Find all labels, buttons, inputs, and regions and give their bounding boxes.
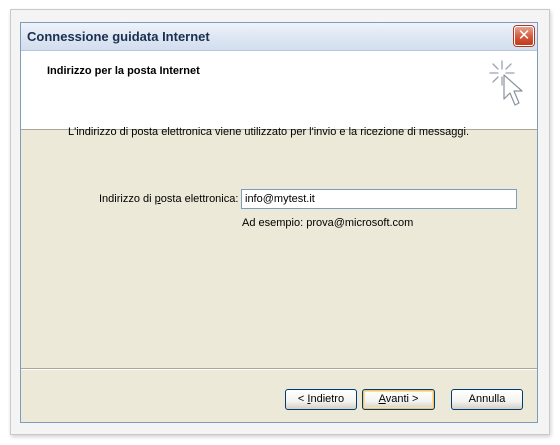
description-text: L'indirizzo di posta elettronica viene u… xyxy=(68,126,470,138)
footer-divider xyxy=(21,368,537,370)
back-button-label: < xyxy=(297,393,308,405)
email-example-text: Ad esempio: prova@microsoft.com xyxy=(242,217,414,229)
close-button[interactable]: ✕ xyxy=(514,26,534,46)
email-field[interactable] xyxy=(241,189,517,209)
next-button-label: vanti > xyxy=(385,393,419,405)
back-button[interactable]: < Indietro xyxy=(285,389,357,410)
close-icon: ✕ xyxy=(517,26,531,44)
email-label-part: osta elettronica: xyxy=(160,193,239,205)
window-title: Connessione guidata Internet xyxy=(27,29,210,44)
title-bar: Connessione guidata Internet ✕ xyxy=(21,23,537,51)
next-button-mnemonic: A xyxy=(378,393,386,405)
cancel-button[interactable]: Annulla xyxy=(451,389,523,410)
email-label-part: Indirizzo di xyxy=(99,193,155,205)
wizard-cursor-icon xyxy=(489,60,523,106)
wizard-window: Connessione guidata Internet ✕ Indirizzo… xyxy=(20,22,538,423)
page-title: Indirizzo per la posta Internet xyxy=(47,65,200,77)
email-field-label: Indirizzo di posta elettronica: xyxy=(99,193,238,205)
next-button[interactable]: Avanti > xyxy=(362,389,435,410)
back-button-label: ndietro xyxy=(310,393,345,405)
wizard-header: Indirizzo per la posta Internet xyxy=(21,51,537,130)
